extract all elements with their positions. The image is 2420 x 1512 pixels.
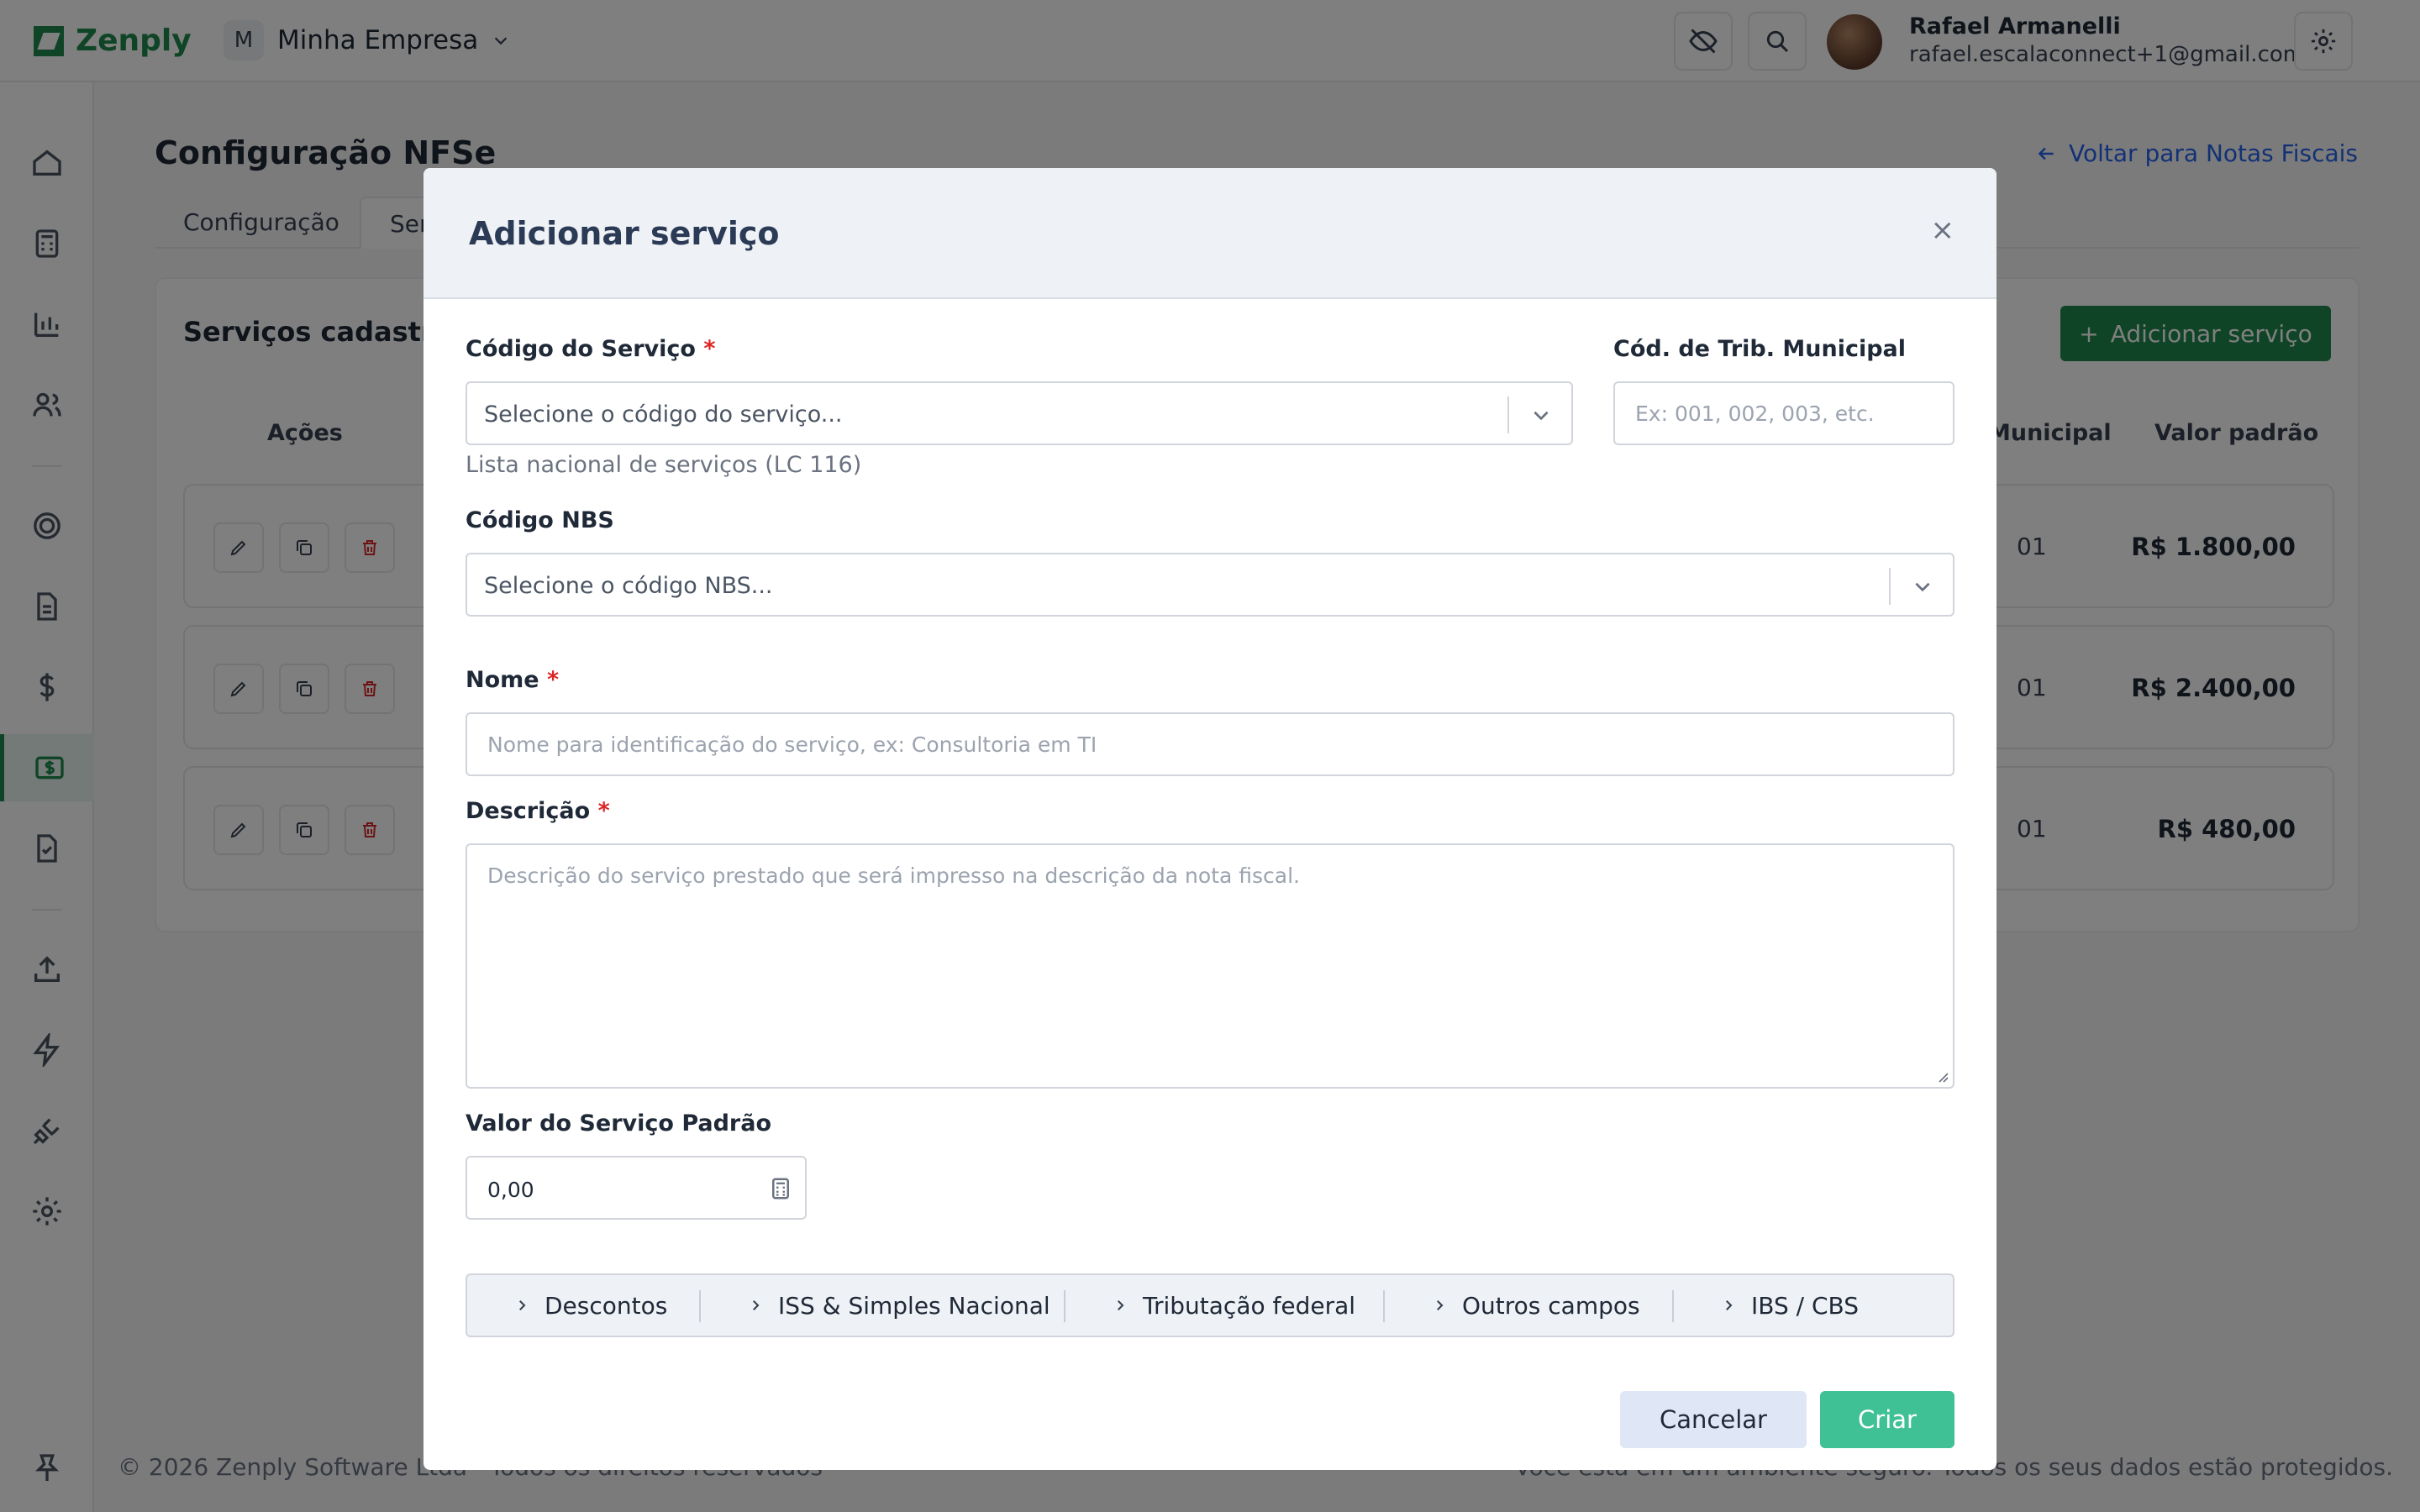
description-label-text: Descrição — [466, 798, 591, 824]
name-label-text: Nome — [466, 667, 539, 693]
section-divider — [1383, 1290, 1385, 1322]
section-iss-simples[interactable]: ISS & Simples Nacional — [748, 1275, 1050, 1336]
description-label: Descrição * — [466, 798, 610, 824]
modal-title: Adicionar serviço — [469, 215, 780, 252]
section-divider — [1064, 1290, 1065, 1322]
service-code-label: Código do Serviço * — [466, 336, 716, 362]
create-button[interactable]: Criar — [1820, 1391, 1954, 1448]
default-value-label: Valor do Serviço Padrão — [466, 1110, 772, 1137]
service-code-helper: Lista nacional de serviços (LC 116) — [466, 452, 862, 478]
name-input[interactable]: Nome para identificação do serviço, ex: … — [466, 712, 1954, 776]
description-placeholder: Descrição do serviço prestado que será i… — [487, 864, 1300, 888]
section-label: Tributação federal — [1143, 1291, 1356, 1320]
nbs-code-label: Código NBS — [466, 507, 614, 533]
chevron-right-icon — [753, 1300, 760, 1310]
nbs-code-placeholder: Selecione o código NBS... — [484, 573, 773, 599]
chevron-right-icon — [519, 1300, 526, 1310]
section-label: Descontos — [544, 1291, 668, 1320]
section-outros-campos[interactable]: Outros campos — [1432, 1275, 1640, 1336]
section-label: Outros campos — [1462, 1291, 1640, 1320]
required-mark: * — [703, 336, 716, 362]
add-service-modal: Adicionar serviço × Código do Serviço * … — [424, 168, 1996, 1470]
resize-handle-icon[interactable] — [1934, 1068, 1949, 1084]
required-mark: * — [547, 667, 560, 693]
chevron-down-icon — [1528, 402, 1555, 428]
chevron-right-icon — [1726, 1300, 1733, 1310]
description-textarea[interactable]: Descrição do serviço prestado que será i… — [466, 843, 1954, 1089]
select-divider — [1889, 568, 1891, 605]
section-divider — [699, 1290, 701, 1322]
section-descontos[interactable]: Descontos — [514, 1275, 667, 1336]
section-label: ISS & Simples Nacional — [778, 1291, 1050, 1320]
name-label: Nome * — [466, 667, 559, 693]
required-mark: * — [597, 798, 610, 824]
chevron-right-icon — [1437, 1300, 1444, 1310]
service-code-placeholder: Selecione o código do serviço... — [484, 402, 843, 428]
default-value-text: 0,00 — [487, 1178, 534, 1202]
municipal-code-label: Cód. de Trib. Municipal — [1613, 336, 1907, 362]
chevron-right-icon — [1118, 1300, 1124, 1310]
calculator-icon[interactable] — [768, 1174, 793, 1203]
section-label: IBS / CBS — [1751, 1291, 1860, 1320]
default-value-input[interactable]: 0,00 — [466, 1156, 807, 1220]
close-icon[interactable]: × — [1931, 213, 1955, 247]
service-code-select[interactable]: Selecione o código do serviço... — [466, 381, 1573, 445]
municipal-code-input[interactable]: Ex: 001, 002, 003, etc. — [1613, 381, 1954, 445]
modal-header: Adicionar serviço × — [424, 168, 1996, 299]
section-tributacao-federal[interactable]: Tributação federal — [1113, 1275, 1355, 1336]
chevron-down-icon — [1909, 573, 1936, 600]
service-code-label-text: Código do Serviço — [466, 336, 696, 362]
sections-accordion: Descontos ISS & Simples Nacional Tributa… — [466, 1273, 1954, 1337]
section-ibs-cbs[interactable]: IBS / CBS — [1721, 1275, 1859, 1336]
nbs-code-select[interactable]: Selecione o código NBS... — [466, 553, 1954, 617]
section-divider — [1672, 1290, 1674, 1322]
cancel-button[interactable]: Cancelar — [1620, 1391, 1807, 1448]
select-divider — [1507, 396, 1509, 433]
